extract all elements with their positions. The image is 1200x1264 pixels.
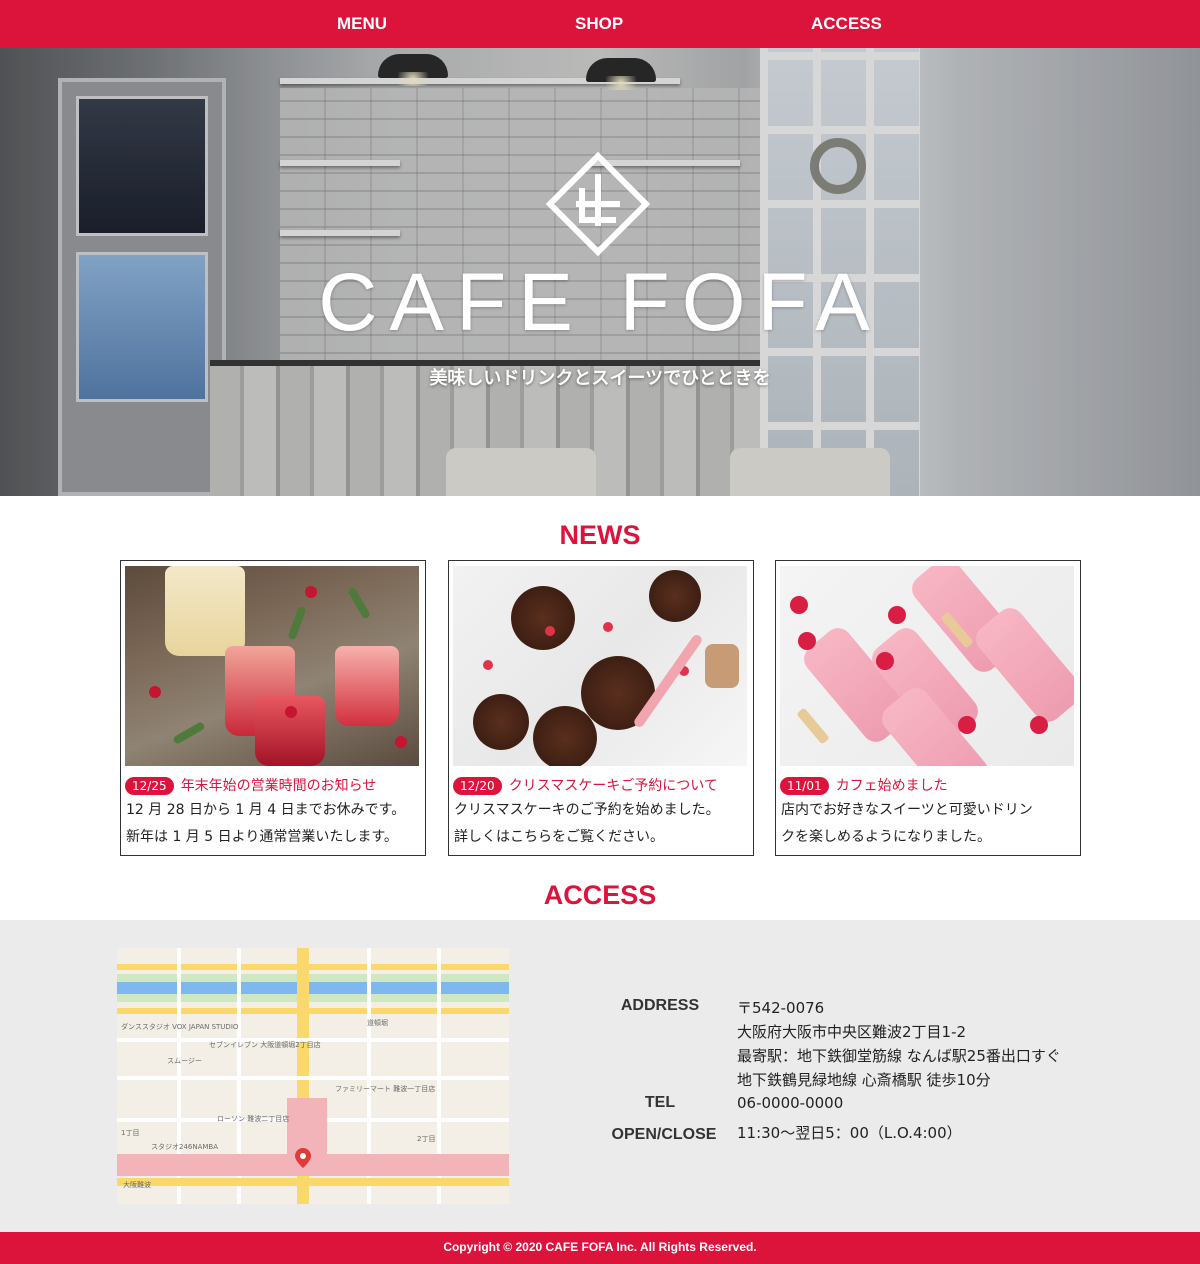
access-map[interactable]: ダンススタジオ VOX JAPAN STUDIO セブンイレブン 大阪道頓堀2丁… bbox=[117, 948, 509, 1204]
news-card[interactable]: 12/20 クリスマスケーキご予約について クリスマスケーキのご予約を始めました… bbox=[448, 560, 754, 856]
news-image-popsicles bbox=[780, 566, 1074, 766]
tel-label: TEL bbox=[644, 1094, 676, 1111]
hero-banner: CAFE FOFA 美味しいドリンクとスイーツでひとときを bbox=[0, 48, 1200, 496]
footer: Copyright © 2020 CAFE FOFA Inc. All Righ… bbox=[0, 1232, 1200, 1264]
address-street: 大阪府大阪市中央区難波2丁目1-2 bbox=[737, 1023, 967, 1041]
nav-menu-link[interactable]: MENU bbox=[337, 12, 387, 36]
access-heading: ACCESS bbox=[543, 880, 657, 910]
hours-value: 11:30〜翌日5：00（L.O.4:00） bbox=[737, 1124, 962, 1142]
news-body: クリスマスケーキのご予約を始めました。 詳しくはこちらをご覧ください。 bbox=[454, 802, 720, 845]
hours-label: OPEN/CLOSE bbox=[611, 1126, 717, 1143]
map-pin-icon bbox=[295, 1148, 311, 1168]
news-title-link[interactable]: クリスマスケーキご予約について bbox=[509, 775, 718, 797]
address-station-1: 最寄駅：地下鉄御堂筋線 なんば駅25番出口すぐ bbox=[737, 1047, 1061, 1065]
news-title-link[interactable]: カフェ始めました bbox=[836, 775, 948, 797]
nav-access-link[interactable]: ACCESS bbox=[811, 12, 882, 36]
news-image-desserts bbox=[453, 566, 747, 766]
news-body: 12 月 28 日から 1 月 4 日までお休みです。 新年は 1 月 5 日よ… bbox=[126, 802, 406, 845]
news-date-badge: 12/20 bbox=[453, 777, 502, 795]
news-card[interactable]: 12/25 年末年始の営業時間のお知らせ 12 月 28 日から 1 月 4 日… bbox=[120, 560, 426, 856]
address-postal: 〒542-0076 bbox=[737, 999, 825, 1017]
hero-title: CAFE FOFA bbox=[318, 257, 882, 348]
copyright-text: Copyright © 2020 CAFE FOFA Inc. All Righ… bbox=[443, 1240, 757, 1254]
top-navigation: MENU SHOP ACCESS bbox=[0, 0, 1200, 48]
diamond-logo-icon bbox=[546, 152, 650, 256]
news-title-link[interactable]: 年末年始の営業時間のお知らせ bbox=[181, 775, 377, 797]
news-date-badge: 11/01 bbox=[780, 777, 829, 795]
address-station-2: 地下鉄鶴見緑地線 心斎橋駅 徒歩10分 bbox=[737, 1071, 991, 1089]
nav-shop-link[interactable]: SHOP bbox=[575, 12, 623, 36]
news-heading: NEWS bbox=[559, 520, 641, 550]
address-label: ADDRESS bbox=[620, 997, 700, 1014]
news-image-drinks bbox=[125, 566, 419, 766]
tel-value[interactable]: 06-0000-0000 bbox=[737, 1091, 843, 1115]
hero-tagline: 美味しいドリンクとスイーツでひとときを bbox=[429, 368, 771, 389]
news-body: 店内でお好きなスイーツと可愛いドリン クを楽しめるようになりました。 bbox=[781, 802, 1033, 845]
news-card[interactable]: 11/01 カフェ始めました 店内でお好きなスイーツと可愛いドリン クを楽しめる… bbox=[775, 560, 1081, 856]
news-date-badge: 12/25 bbox=[125, 777, 174, 795]
